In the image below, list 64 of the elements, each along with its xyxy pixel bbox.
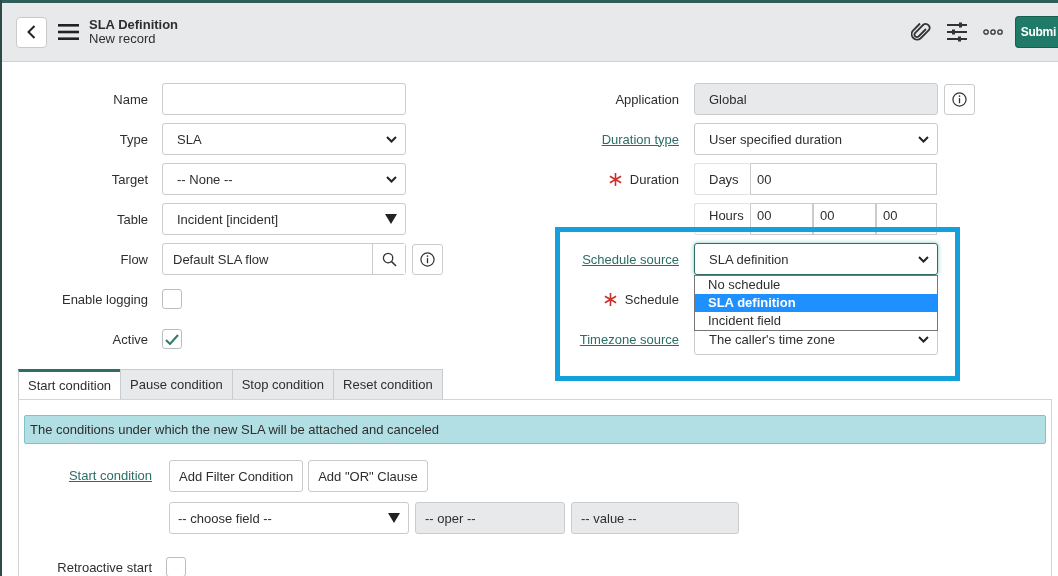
record-title: SLA Definition bbox=[89, 18, 180, 32]
readonly-field: -- oper -- bbox=[415, 502, 565, 534]
field-link[interactable]: Start condition bbox=[68, 468, 152, 534]
chevron-icon bbox=[386, 135, 397, 143]
checkbox[interactable] bbox=[162, 329, 182, 349]
more-button[interactable] bbox=[982, 29, 1003, 35]
tab[interactable]: Pause condition bbox=[120, 369, 233, 399]
filter-button[interactable]: Add Filter Condition bbox=[169, 460, 304, 492]
info-icon bbox=[420, 251, 435, 267]
info-button[interactable] bbox=[944, 83, 975, 115]
field-label: Target bbox=[111, 171, 148, 187]
menu-button[interactable] bbox=[58, 24, 79, 40]
chevron-icon bbox=[918, 135, 929, 143]
field-label: Table bbox=[116, 211, 148, 227]
search-icon bbox=[381, 251, 397, 267]
checkbox[interactable] bbox=[162, 289, 182, 309]
menu-icon bbox=[58, 24, 79, 40]
info-icon bbox=[952, 91, 967, 107]
sliders-icon bbox=[946, 22, 967, 42]
field-link[interactable]: Schedule source bbox=[582, 251, 679, 267]
chevron-icon bbox=[386, 175, 397, 183]
readonly-field: Global bbox=[694, 83, 938, 115]
field-label: Active bbox=[112, 331, 148, 347]
caret-icon bbox=[385, 214, 397, 224]
back-icon bbox=[27, 25, 36, 39]
field-label: Duration bbox=[629, 171, 679, 187]
back-button[interactable] bbox=[16, 16, 47, 48]
field-link[interactable]: Duration type bbox=[601, 131, 679, 147]
tab[interactable]: Start condition bbox=[18, 369, 122, 399]
field-label: Type bbox=[119, 131, 148, 147]
days-field[interactable]: 00 bbox=[750, 163, 937, 195]
select-field[interactable]: SLA bbox=[162, 123, 406, 155]
settings-button[interactable] bbox=[946, 22, 967, 42]
field-label: Enable logging bbox=[61, 291, 148, 307]
search-button[interactable] bbox=[372, 244, 405, 274]
checkbox[interactable] bbox=[166, 557, 186, 576]
text-field[interactable] bbox=[162, 83, 406, 115]
submit-button[interactable]: Submi bbox=[1014, 16, 1058, 48]
lookup-field[interactable]: Default SLA flow bbox=[162, 243, 406, 275]
unit-label: Days bbox=[694, 163, 750, 195]
chevron-icon bbox=[918, 255, 929, 263]
chevron-icon bbox=[918, 335, 929, 343]
select-field[interactable]: -- None -- bbox=[162, 163, 406, 195]
field-label: Name bbox=[113, 91, 148, 107]
select-field[interactable]: User specified duration bbox=[694, 123, 938, 155]
select-field[interactable]: -- choose field -- bbox=[169, 502, 409, 534]
tab[interactable]: Reset condition bbox=[333, 369, 443, 399]
record-subtitle: New record bbox=[89, 32, 157, 46]
tab[interactable]: Stop condition bbox=[231, 369, 335, 399]
check-icon bbox=[165, 333, 179, 345]
field-label: Retroactive start bbox=[57, 559, 152, 575]
attachment-button[interactable] bbox=[910, 21, 931, 43]
paperclip-icon bbox=[910, 21, 931, 43]
field-label: Schedule bbox=[624, 291, 679, 307]
more-icon bbox=[982, 29, 1003, 35]
field-label: Application bbox=[615, 91, 679, 107]
info-banner: The conditions under which the new SLA will be attached and canceled bbox=[24, 415, 1046, 444]
caret-icon bbox=[388, 513, 400, 523]
field-link[interactable]: Timezone source bbox=[579, 331, 679, 347]
select-field[interactable]: Incident [incident] bbox=[162, 203, 406, 235]
info-button[interactable] bbox=[412, 243, 443, 275]
readonly-field: -- value -- bbox=[571, 502, 739, 534]
field-label: Flow bbox=[120, 251, 148, 267]
filter-button[interactable]: Add "OR" Clause bbox=[308, 460, 428, 492]
